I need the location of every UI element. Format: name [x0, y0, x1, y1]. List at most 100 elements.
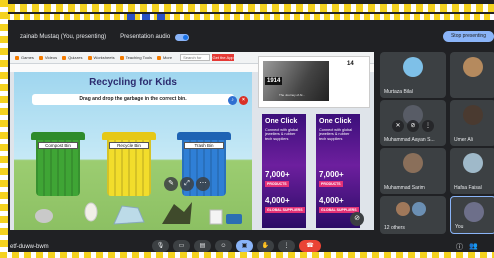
people-icon[interactable]: 👥: [469, 242, 478, 252]
avatar: [412, 202, 426, 216]
year-label: 1914: [265, 77, 283, 85]
side-content: 1914 The Journey of Al... 14 One Click C…: [258, 56, 372, 228]
recycling-game: Recycling for Kids Drag and drop the gar…: [14, 72, 252, 230]
ad-stat-suppliers: 4,000+: [265, 196, 290, 205]
avatar: [464, 202, 484, 222]
game-instruction: Drag and drop the garbage in the correct…: [32, 94, 234, 105]
ad-subtext: Connect with global jewellers & rubber t…: [319, 128, 353, 141]
ad-banner-right[interactable]: One Click Connect with global jewellers …: [316, 114, 360, 228]
photo-caption: The Journey of Al...: [279, 93, 305, 97]
historical-photo: 1914 The Journey of Al...: [263, 61, 329, 101]
history-card[interactable]: 1914 The Journey of Al... 14: [258, 56, 370, 108]
nav-item-worksheets[interactable]: Worksheets: [87, 55, 115, 60]
participant-tile[interactable]: ✕ ⊘ ⋮ Muhammad Aayan S...: [380, 100, 446, 146]
compost-bin[interactable]: Compost Bin: [31, 132, 85, 198]
recycle-bin-lid: [102, 132, 156, 140]
tissue-roll-icon[interactable]: [209, 209, 223, 225]
more-options-icon[interactable]: ⋮: [422, 120, 434, 132]
paper-ball-icon[interactable]: [35, 209, 53, 223]
site-search-input[interactable]: Search for: [180, 54, 211, 61]
pin-icon[interactable]: ✎: [164, 177, 178, 191]
participant-tile[interactable]: Murtaza Bilal: [380, 52, 446, 98]
ad-stat-products: 7,000+: [265, 170, 290, 179]
trash-bin-lid: [177, 132, 231, 140]
meet-top-bar: zainab Mustaq (You, presenting) Presenta…: [10, 26, 494, 48]
recycle-bin[interactable]: Recycle Bin: [102, 132, 156, 198]
emoji-icon[interactable]: ☺: [215, 240, 232, 252]
ad-subtext: Connect with global jewellers & rubber t…: [265, 128, 299, 141]
mark: [127, 14, 135, 20]
ad-label-products: PRODUCTS: [319, 181, 343, 187]
avatar: [463, 57, 483, 77]
highlight-border-second: [4, 14, 494, 20]
participant-tile[interactable]: Umer Ali: [450, 100, 494, 146]
recycle-bin-label: Recycle Bin: [109, 142, 149, 149]
self-tile[interactable]: You: [450, 196, 494, 234]
fullscreen-icon[interactable]: ⤢: [180, 177, 194, 191]
highlight-border-left: [0, 0, 8, 258]
presentation-audio-toggle[interactable]: [175, 33, 190, 41]
participant-name: Muhammad Sarim: [384, 185, 425, 191]
ad-banner-left[interactable]: One Click Connect with global jewellers …: [262, 114, 306, 228]
ad-label-suppliers: GLOBAL SUPPLIERS: [265, 207, 305, 213]
ad-label-products: PRODUCTS: [265, 181, 289, 187]
videos-icon: [38, 55, 43, 60]
nav-item-videos[interactable]: Videos: [38, 55, 57, 60]
nav-item-more[interactable]: More: [156, 55, 172, 60]
presenter-label: zainab Mustaq (You, presenting): [20, 34, 107, 40]
plastic-bag-icon[interactable]: [113, 205, 145, 225]
shared-screen: Games Videos Quizzes Worksheets Teaching…: [10, 52, 374, 230]
garbage-items-art: [35, 202, 242, 225]
mic-icon[interactable]: 🎙: [152, 240, 169, 252]
more-options-icon[interactable]: ⋮: [278, 240, 295, 252]
pin-icon[interactable]: ⊘: [407, 120, 419, 132]
end-call-icon[interactable]: ☎: [299, 240, 321, 252]
info-icon[interactable]: ⓘ: [456, 242, 463, 252]
present-icon[interactable]: ▣: [236, 240, 253, 252]
participant-tile[interactable]: Muhammad Sarim: [380, 148, 446, 194]
more-icon: [156, 55, 161, 60]
sound-icon[interactable]: ♪: [228, 96, 237, 105]
nav-item-games[interactable]: Games: [15, 55, 34, 60]
pin-icon[interactable]: ⊘: [350, 212, 364, 226]
ad-headline: One Click: [265, 118, 298, 125]
egg-icon[interactable]: [84, 202, 98, 222]
compost-bin-label: Compost Bin: [38, 142, 78, 149]
avatar: [463, 153, 483, 173]
captions-icon[interactable]: ▤: [194, 240, 211, 252]
more-options-icon[interactable]: ⋯: [196, 177, 210, 191]
participant-name: Hafsa Faisal: [454, 185, 482, 191]
games-icon: [15, 55, 19, 60]
ad-stat-products: 7,000+: [319, 170, 344, 179]
close-icon[interactable]: ×: [239, 96, 248, 105]
banana-peel-icon[interactable]: [162, 202, 192, 224]
nav-item-teaching-tools[interactable]: Teaching Tools: [119, 55, 152, 60]
nav-item-quizzes[interactable]: Quizzes: [62, 55, 83, 60]
participant-tile[interactable]: [450, 52, 494, 98]
mic-off-icon: ✕: [392, 120, 404, 132]
highlight-border-bottom: [0, 252, 494, 258]
presentation-audio-label: Presentation audio: [120, 34, 171, 40]
participant-tile-others[interactable]: 12 others: [380, 196, 446, 234]
compost-bin-lid: [31, 132, 85, 140]
ad-headline: One Click: [319, 118, 352, 125]
avatar: [396, 202, 410, 216]
avatar: [463, 105, 483, 125]
get-app-button[interactable]: Get the App: [212, 54, 235, 61]
trash-bin-label: Trash Bin: [184, 142, 224, 149]
raise-hand-icon[interactable]: ✋: [257, 240, 274, 252]
mark: [142, 14, 150, 20]
blue-marks: [127, 14, 167, 20]
participant-name: Murtaza Bilal: [384, 89, 413, 95]
stop-presenting-button[interactable]: Stop presenting: [442, 31, 494, 42]
avatar: [403, 153, 423, 173]
garbage-items: [14, 202, 252, 230]
participant-tile[interactable]: Hafsa Faisal: [450, 148, 494, 194]
meeting-code: etf-duww-bwm: [10, 244, 49, 250]
teaching-tools-icon: [119, 55, 124, 60]
avatar: [403, 57, 423, 77]
participant-name: 12 others: [384, 225, 405, 231]
camera-icon[interactable]: ▭: [173, 240, 190, 252]
box-icon[interactable]: [226, 214, 242, 224]
participant-name: Umer Ali: [454, 137, 473, 143]
